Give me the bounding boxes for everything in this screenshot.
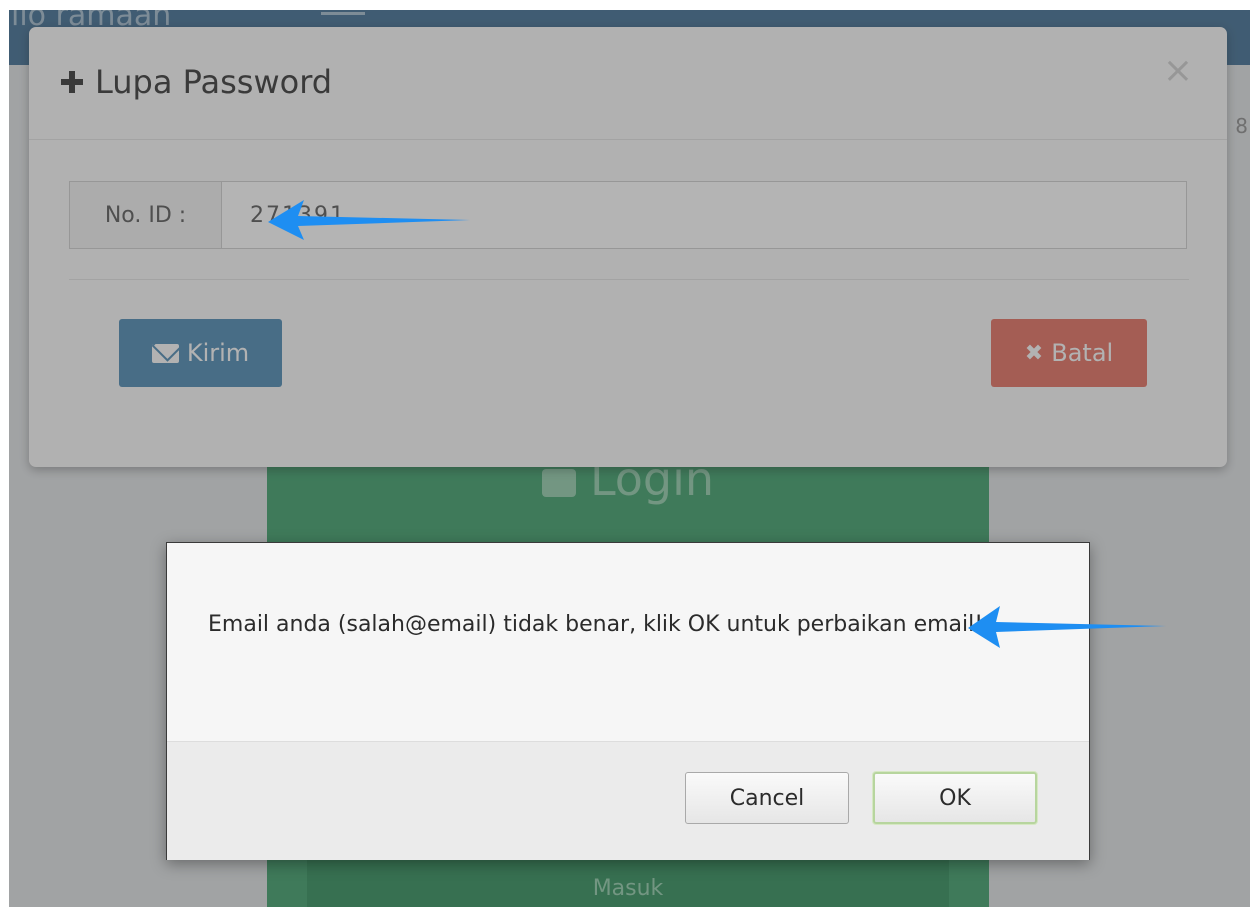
alert-footer: Cancel OK: [167, 741, 1089, 860]
alert-dialog: Email anda (salah@email) tidak benar, kl…: [166, 542, 1090, 860]
arrow-annotation-icon: [268, 200, 470, 240]
alert-message: Email anda (salah@email) tidak benar, kl…: [208, 612, 984, 637]
arrow-annotation-icon: [968, 606, 1166, 648]
ok-button[interactable]: OK: [873, 772, 1037, 824]
cancel-button[interactable]: Cancel: [685, 772, 849, 824]
